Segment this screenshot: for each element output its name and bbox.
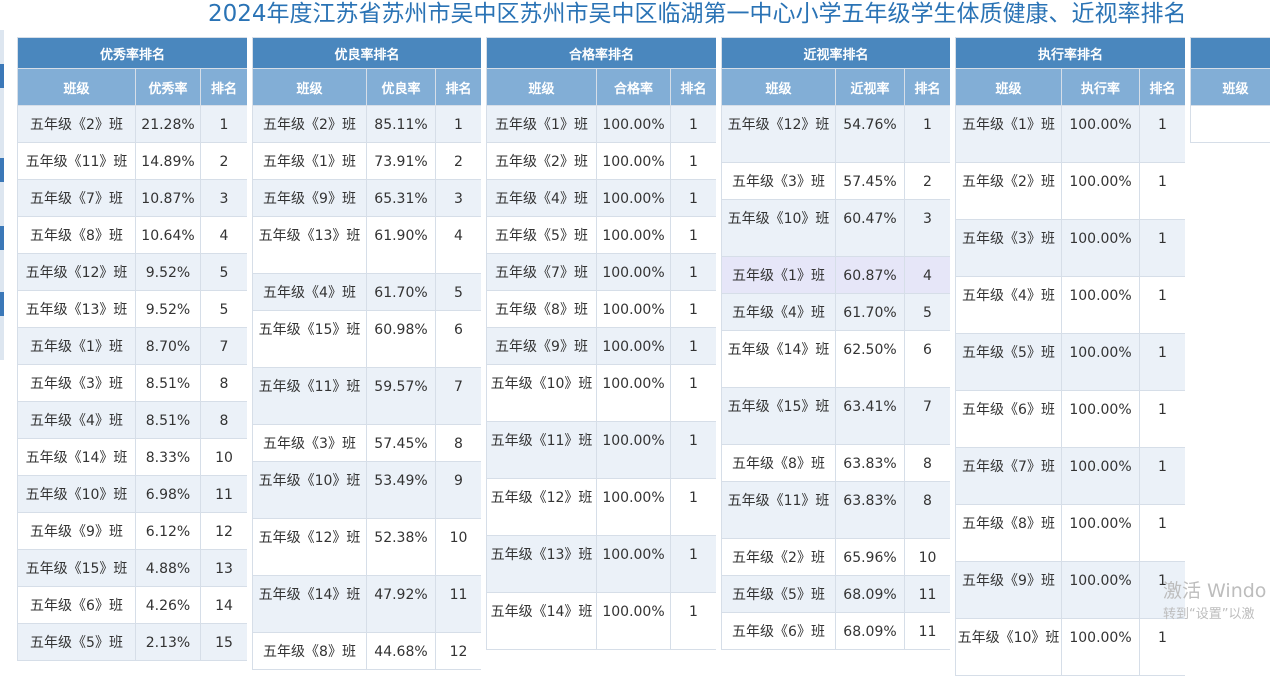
table-row: 五年级《6》班68.09%11 (722, 613, 951, 650)
table-row: 五年级《1》班100.00%1 (487, 106, 717, 143)
table-row: 五年级《14》班100.00%1 (487, 593, 717, 650)
table-row: 五年级《2》班100.00%1 (956, 163, 1186, 220)
col-header-class[interactable]: 班级 (487, 69, 597, 106)
table-row: 五年级《2》班21.28%1 (18, 106, 248, 143)
table-row: 五年级《12》班54.76%1 (722, 106, 951, 163)
table-row: 五年级《8》班100.00%1 (956, 505, 1186, 562)
panel-header: 近视率排名 (722, 38, 951, 69)
table-row: 五年级《4》班100.00%1 (487, 180, 717, 217)
panel-execution-rank: 执行率排名 班级 执行率 排名 五年级《1》班100.00%1 五年级《2》班1… (955, 37, 1185, 677)
table-row: 五年级《4》班100.00%1 (956, 277, 1186, 334)
col-header-rank[interactable]: 排名 (201, 69, 248, 106)
table-row: 五年级《9》班6.12%12 (18, 513, 248, 550)
table-row: 五年级《7》班10.87%3 (18, 180, 248, 217)
panel-header: 优良率排名 (253, 38, 482, 69)
table-row: 五年级《3》班100.00%1 (956, 220, 1186, 277)
table-row: 五年级《2》班65.96%10 (722, 539, 951, 576)
panel-good-rank: 优良率排名 班级 优良率 排名 五年级《2》班85.11%1 五年级《1》班73… (252, 37, 481, 677)
table-row: 五年级《5》班100.00%1 (487, 217, 717, 254)
panel-header (1191, 38, 1270, 69)
table-row: 五年级《3》班57.45%8 (253, 425, 482, 462)
table-row: 五年级《10》班53.49%9 (253, 462, 482, 519)
panel-header: 合格率排名 (487, 38, 717, 69)
panel-myopia-rank: 近视率排名 班级 近视率 排名 五年级《12》班54.76%1 五年级《3》班5… (721, 37, 950, 677)
windows-activation-watermark: 激活 Windo (1163, 576, 1266, 603)
table-row: 五年级《2》班100.00%1 (487, 143, 717, 180)
col-header-class[interactable]: 班级 (253, 69, 367, 106)
table-row: 五年级《3》班8.51%8 (18, 365, 248, 402)
col-header-class[interactable]: 班级 (18, 69, 136, 106)
col-header-rate[interactable]: 优良率 (367, 69, 436, 106)
left-scroll-strip[interactable] (0, 30, 4, 360)
table-row: 五年级《10》班60.47%3 (722, 200, 951, 257)
table-row: 五年级《9》班100.00%1 (956, 562, 1186, 619)
table-row: 五年级《10》班100.00%1 (487, 365, 717, 422)
table-row: 五年级《1》班73.91%2 (253, 143, 482, 180)
table-row: 五年级《15》班63.41%7 (722, 388, 951, 445)
myopia-rank-table: 近视率排名 班级 近视率 排名 五年级《12》班54.76%1 五年级《3》班5… (721, 37, 950, 650)
table-row: 五年级《15》班60.98%6 (253, 311, 482, 368)
table-row: 五年级《14》班62.50%6 (722, 331, 951, 388)
table-row: 五年级《1》班100.00%1 (956, 106, 1186, 163)
col-header-rate[interactable]: 合格率 (597, 69, 671, 106)
table-row: 五年级《4》班8.51%8 (18, 402, 248, 439)
col-header-rank[interactable]: 排名 (671, 69, 717, 106)
good-rank-table: 优良率排名 班级 优良率 排名 五年级《2》班85.11%1 五年级《1》班73… (252, 37, 481, 670)
table-row: 五年级《13》班61.90%4 (253, 217, 482, 274)
table-row: 五年级《6》班4.26%14 (18, 587, 248, 624)
page-title: 2024年度江苏省苏州市吴中区苏州市吴中区临湖第一中心小学五年级学生体质健康、近… (208, 0, 1187, 28)
col-header-rank[interactable]: 排名 (905, 69, 951, 106)
table-row: 五年级《4》班61.70%5 (253, 274, 482, 311)
table-row: 五年级《10》班100.00%1 (956, 619, 1186, 676)
table-row: 五年级《14》班47.92%11 (253, 576, 482, 633)
table-row: 五年级《5》班68.09%11 (722, 576, 951, 613)
table-row: 五年级《9》班100.00%1 (487, 328, 717, 365)
windows-activation-hint: 转到“设置”以激 (1163, 603, 1254, 622)
table-row: 五年级《9》班65.31%3 (253, 180, 482, 217)
col-header-class[interactable]: 班级 (722, 69, 836, 106)
table-row: 五年级《11》班100.00%1 (487, 422, 717, 479)
excellent-rank-table: 优秀率排名 班级 优秀率 排名 五年级《2》班21.28%1 五年级《11》班1… (17, 37, 247, 661)
col-header-rate[interactable]: 执行率 (1062, 69, 1140, 106)
table-row: 五年级《5》班100.00%1 (956, 334, 1186, 391)
sixth-rank-table: 班级 未获 (1190, 37, 1270, 143)
col-header-class[interactable]: 班级 (956, 69, 1062, 106)
table-row: 五年级《10》班6.98%11 (18, 476, 248, 513)
table-row: 五年级《15》班4.88%13 (18, 550, 248, 587)
table-row: 五年级《1》班8.70%7 (18, 328, 248, 365)
col-header-rank[interactable]: 排名 (1140, 69, 1186, 106)
table-row: 五年级《12》班9.52%5 (18, 254, 248, 291)
table-row: 五年级《13》班100.00%1 (487, 536, 717, 593)
table-row: 五年级《7》班100.00%1 (487, 254, 717, 291)
col-header-rate[interactable]: 近视率 (836, 69, 905, 106)
col-header-class[interactable]: 班级 (1191, 69, 1270, 106)
panel-pass-rank: 合格率排名 班级 合格率 排名 五年级《1》班100.00%1 五年级《2》班1… (486, 37, 716, 677)
table-row: 五年级《6》班100.00%1 (956, 391, 1186, 448)
table-row: 五年级《3》班57.45%2 (722, 163, 951, 200)
table-row: 五年级《4》班61.70%5 (722, 294, 951, 331)
pass-rank-table: 合格率排名 班级 合格率 排名 五年级《1》班100.00%1 五年级《2》班1… (486, 37, 716, 650)
panel-excellent-rank: 优秀率排名 班级 优秀率 排名 五年级《2》班21.28%1 五年级《11》班1… (17, 37, 247, 677)
table-row-highlighted[interactable]: 五年级《1》班60.87%4 (722, 257, 951, 294)
table-row: 五年级《12》班52.38%10 (253, 519, 482, 576)
col-header-rank[interactable]: 排名 (436, 69, 482, 106)
table-row: 五年级《11》班14.89%2 (18, 143, 248, 180)
table-row: 五年级《8》班44.68%12 (253, 633, 482, 670)
table-row: 五年级《2》班85.11%1 (253, 106, 482, 143)
panel-header: 优秀率排名 (18, 38, 248, 69)
table-row: 五年级《8》班10.64%4 (18, 217, 248, 254)
table-row: 五年级《7》班100.00%1 (956, 448, 1186, 505)
table-row: 五年级《13》班9.52%5 (18, 291, 248, 328)
table-row: 五年级《5》班2.13%15 (18, 624, 248, 661)
execution-rank-table: 执行率排名 班级 执行率 排名 五年级《1》班100.00%1 五年级《2》班1… (955, 37, 1185, 676)
table-row: 五年级《12》班100.00%1 (487, 479, 717, 536)
table-row: 五年级《11》班63.83%8 (722, 482, 951, 539)
table-row: 五年级《8》班63.83%8 (722, 445, 951, 482)
col-header-rate[interactable]: 优秀率 (136, 69, 201, 106)
table-row: 五年级《8》班100.00%1 (487, 291, 717, 328)
empty-value: 未获 (1191, 106, 1270, 143)
table-row: 五年级《14》班8.33%10 (18, 439, 248, 476)
panel-header: 执行率排名 (956, 38, 1186, 69)
table-row: 五年级《11》班59.57%7 (253, 368, 482, 425)
